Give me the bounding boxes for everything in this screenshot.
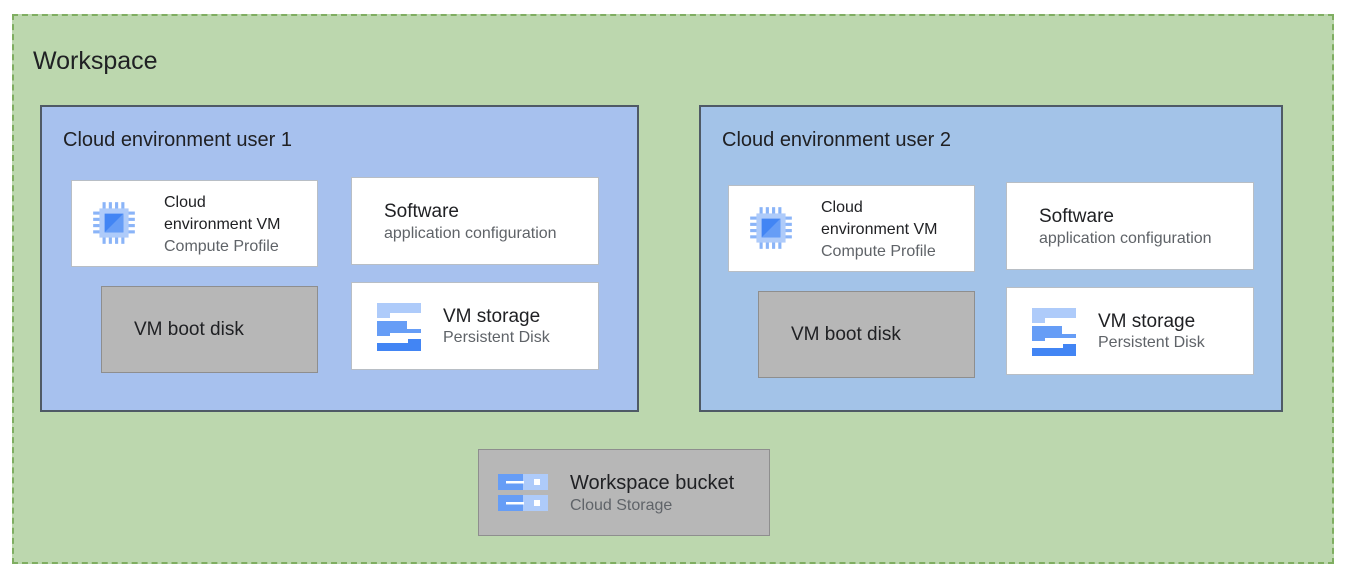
vm-storage-card: VM storage Persistent Disk bbox=[351, 282, 599, 370]
cpu-chip-icon bbox=[750, 207, 792, 249]
cloud-environment-user-2: Cloud environment user 2 Cloud environme… bbox=[699, 105, 1283, 412]
storage-subtitle: Persistent Disk bbox=[443, 329, 550, 346]
boot-disk-title: VM boot disk bbox=[791, 324, 901, 345]
storage-subtitle: Persistent Disk bbox=[1098, 334, 1205, 351]
software-subtitle: application configuration bbox=[1039, 230, 1212, 247]
software-subtitle: application configuration bbox=[384, 225, 557, 242]
vm-card: Cloud environment VM Compute Profile bbox=[71, 180, 318, 267]
vm-label-line-1: Cloud bbox=[164, 194, 206, 211]
vm-storage-card: VM storage Persistent Disk bbox=[1006, 287, 1254, 375]
software-title: Software bbox=[1039, 206, 1114, 227]
workspace-title: Workspace bbox=[33, 47, 158, 75]
workspace-bucket-card: Workspace bucket Cloud Storage bbox=[478, 449, 770, 536]
bucket-title: Workspace bucket bbox=[570, 472, 735, 494]
vm-label-line-2: environment VM bbox=[164, 216, 281, 233]
vm-label-line-2: environment VM bbox=[821, 221, 938, 238]
environment-title: Cloud environment user 1 bbox=[63, 129, 293, 151]
vm-sublabel: Compute Profile bbox=[164, 238, 279, 255]
storage-title: VM storage bbox=[443, 306, 541, 327]
persistent-disk-icon bbox=[1032, 308, 1076, 356]
vm-boot-disk-card: VM boot disk bbox=[758, 291, 975, 378]
vm-label: Cloud environment VM Compute Profile bbox=[164, 192, 281, 258]
persistent-disk-icon bbox=[377, 303, 421, 351]
storage-title: VM storage bbox=[1098, 311, 1196, 332]
software-title: Software bbox=[384, 201, 459, 222]
vm-sublabel: Compute Profile bbox=[821, 243, 936, 260]
environment-title: Cloud environment user 2 bbox=[722, 129, 952, 151]
cloud-environment-user-1: Cloud environment user 1 Cloud environme… bbox=[40, 105, 639, 412]
boot-disk-title: VM boot disk bbox=[134, 319, 244, 340]
vm-label: Cloud environment VM Compute Profile bbox=[821, 197, 938, 263]
vm-card: Cloud environment VM Compute Profile bbox=[728, 185, 975, 272]
cpu-chip-icon bbox=[93, 202, 135, 244]
software-card: Software application configuration bbox=[351, 177, 599, 265]
cloud-storage-icon bbox=[498, 474, 548, 511]
vm-boot-disk-card: VM boot disk bbox=[101, 286, 318, 373]
bucket-subtitle: Cloud Storage bbox=[570, 497, 673, 514]
vm-label-line-1: Cloud bbox=[821, 199, 863, 216]
software-card: Software application configuration bbox=[1006, 182, 1254, 270]
